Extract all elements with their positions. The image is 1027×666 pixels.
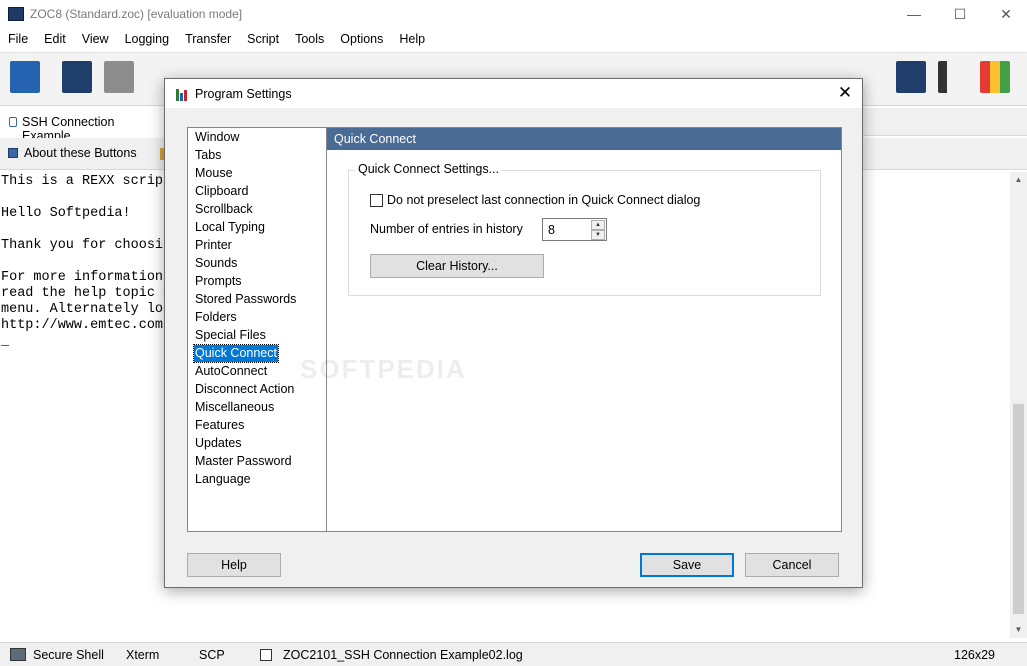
nav-item-clipboard[interactable]: Clipboard bbox=[194, 183, 250, 200]
dialog-title: Program Settings bbox=[195, 87, 292, 101]
nav-item-miscellaneous[interactable]: Miscellaneous bbox=[194, 399, 275, 416]
menu-transfer[interactable]: Transfer bbox=[177, 28, 239, 50]
nav-item-special-files[interactable]: Special Files bbox=[194, 327, 267, 344]
settings-panel: Quick Connect Quick Connect Settings... … bbox=[327, 127, 842, 532]
group-title: Quick Connect Settings... bbox=[355, 162, 503, 176]
clear-history-button[interactable]: Clear History... bbox=[370, 254, 544, 278]
menu-view[interactable]: View bbox=[74, 28, 117, 50]
history-entries-value[interactable]: 8 bbox=[548, 223, 555, 237]
text-format-icon[interactable] bbox=[938, 61, 968, 93]
panel-title: Quick Connect bbox=[327, 128, 841, 150]
menu-edit[interactable]: Edit bbox=[36, 28, 74, 50]
history-entries-label: Number of entries in history bbox=[370, 222, 523, 236]
nav-item-window[interactable]: Window bbox=[194, 129, 240, 146]
scrollbar-thumb[interactable] bbox=[1013, 404, 1024, 614]
status-emulation[interactable]: Xterm bbox=[126, 648, 159, 662]
quick-connect-settings-group: Quick Connect Settings... Do not presele… bbox=[348, 162, 821, 296]
dialog-titlebar: Program Settings ✕ bbox=[165, 79, 862, 108]
nav-item-printer[interactable]: Printer bbox=[194, 237, 233, 254]
terminal-scrollbar[interactable]: ▲ ▼ bbox=[1010, 172, 1027, 638]
about-buttons-button[interactable]: About these Buttons bbox=[8, 146, 137, 160]
nav-item-folders[interactable]: Folders bbox=[194, 309, 238, 326]
settings-icon bbox=[175, 87, 189, 101]
menu-bar: File Edit View Logging Transfer Script T… bbox=[0, 28, 1027, 50]
nav-item-stored-passwords[interactable]: Stored Passwords bbox=[194, 291, 297, 308]
status-terminal-size: 126x29 bbox=[954, 648, 996, 662]
menu-help[interactable]: Help bbox=[391, 28, 433, 50]
terminal-script-icon[interactable] bbox=[896, 61, 926, 93]
status-logfile: ZOC2101_SSH Connection Example02.log bbox=[283, 648, 523, 662]
save-button[interactable]: Save bbox=[640, 553, 734, 577]
spin-down-icon[interactable]: ▼ bbox=[591, 230, 605, 240]
nav-item-quick-connect[interactable]: Quick Connect bbox=[193, 344, 279, 363]
close-button[interactable]: ✕ bbox=[983, 0, 1027, 28]
maximize-button[interactable]: ☐ bbox=[937, 0, 983, 28]
menu-options[interactable]: Options bbox=[332, 28, 391, 50]
nav-item-master-password[interactable]: Master Password bbox=[194, 453, 293, 470]
menu-logging[interactable]: Logging bbox=[117, 28, 178, 50]
address-book-icon[interactable] bbox=[10, 61, 40, 93]
nav-item-scrollback[interactable]: Scrollback bbox=[194, 201, 254, 218]
about-buttons-label: About these Buttons bbox=[24, 146, 137, 160]
menu-tools[interactable]: Tools bbox=[287, 28, 332, 50]
nav-item-autoconnect[interactable]: AutoConnect bbox=[194, 363, 268, 380]
spin-up-icon[interactable]: ▲ bbox=[591, 220, 605, 230]
menu-file[interactable]: File bbox=[0, 28, 36, 50]
nav-item-sounds[interactable]: Sounds bbox=[194, 255, 238, 272]
nav-item-local-typing[interactable]: Local Typing bbox=[194, 219, 266, 236]
menu-script[interactable]: Script bbox=[239, 28, 287, 50]
status-connection-type[interactable]: Secure Shell bbox=[33, 648, 104, 662]
nav-item-tabs[interactable]: Tabs bbox=[194, 147, 222, 164]
session-icon bbox=[9, 117, 17, 127]
status-transfer[interactable]: SCP bbox=[199, 648, 225, 662]
no-preselect-checkbox[interactable] bbox=[370, 194, 383, 207]
nav-item-updates[interactable]: Updates bbox=[194, 435, 243, 452]
main-titlebar: ZOC8 (Standard.zoc) [evaluation mode] — … bbox=[0, 0, 1027, 28]
nav-item-mouse[interactable]: Mouse bbox=[194, 165, 234, 182]
history-entries-spinner[interactable]: 8 ▲ ▼ bbox=[542, 218, 607, 241]
nav-item-language[interactable]: Language bbox=[194, 471, 252, 488]
dialog-close-button[interactable]: ✕ bbox=[834, 82, 856, 104]
nav-item-prompts[interactable]: Prompts bbox=[194, 273, 243, 290]
new-session-icon[interactable] bbox=[62, 61, 92, 93]
save-session-icon[interactable] bbox=[104, 61, 134, 93]
color-settings-icon[interactable] bbox=[980, 61, 1010, 93]
logging-checkbox[interactable] bbox=[260, 649, 272, 661]
scroll-down-icon[interactable]: ▼ bbox=[1010, 622, 1027, 638]
no-preselect-label[interactable]: Do not preselect last connection in Quic… bbox=[387, 193, 700, 207]
softpedia-watermark: SOFTPEDIA bbox=[300, 354, 467, 384]
cancel-button[interactable]: Cancel bbox=[745, 553, 839, 577]
zoc-app-icon bbox=[8, 7, 24, 21]
minimize-button[interactable]: — bbox=[891, 0, 937, 28]
program-settings-dialog: Program Settings ✕ Window Tabs Mouse Cli… bbox=[164, 78, 863, 588]
computer-icon bbox=[10, 648, 26, 661]
scroll-up-icon[interactable]: ▲ bbox=[1010, 172, 1027, 188]
window-title: ZOC8 (Standard.zoc) [evaluation mode] bbox=[30, 7, 243, 21]
settings-category-list: Window Tabs Mouse Clipboard Scrollback L… bbox=[187, 127, 327, 532]
help-button[interactable]: Help bbox=[187, 553, 281, 577]
info-icon bbox=[8, 148, 18, 158]
status-bar: Secure Shell Xterm SCP ZOC2101_SSH Conne… bbox=[0, 642, 1027, 666]
nav-item-features[interactable]: Features bbox=[194, 417, 245, 434]
nav-item-disconnect-action[interactable]: Disconnect Action bbox=[194, 381, 295, 398]
session-tab-ssh-connection[interactable]: SSH Connection Example bbox=[0, 108, 166, 143]
